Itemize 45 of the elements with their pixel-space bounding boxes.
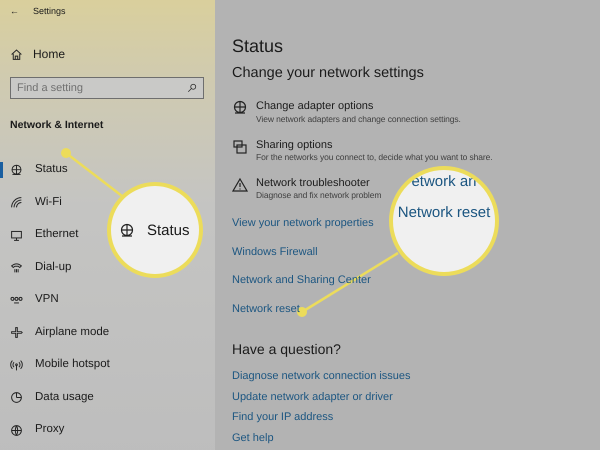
- sidebar-item[interactable]: Airplane mode: [0, 324, 110, 342]
- sidebar-item[interactable]: Wi-Fi: [0, 194, 62, 212]
- pie-chart-icon: [10, 391, 23, 404]
- sidebar-item[interactable]: VPN: [0, 291, 59, 309]
- search-icon: [187, 83, 197, 93]
- globe-monitor-icon: [10, 164, 23, 176]
- link[interactable]: Get help: [232, 430, 274, 446]
- option-description: For the networks you connect to, decide what you want to share.: [256, 152, 493, 163]
- link[interactable]: Find your IP address: [232, 409, 334, 426]
- airplane-icon: [10, 326, 23, 339]
- page-title: Status: [232, 36, 284, 58]
- option-title[interactable]: Change adapter options: [256, 100, 374, 114]
- section-heading: Change your network settings: [232, 64, 425, 83]
- sidebar-item[interactable]: Status: [0, 161, 68, 179]
- section-heading: Have a question?: [232, 340, 342, 360]
- hotspot-icon: [10, 358, 23, 372]
- sidebar-item[interactable]: Proxy: [0, 421, 64, 439]
- option-description: View network adapters and change connection settings.: [256, 114, 461, 125]
- globe-monitor-icon: [119, 223, 135, 240]
- link[interactable]: Diagnose network connection issues: [232, 368, 411, 385]
- phone-icon: [10, 261, 23, 274]
- option-title[interactable]: Network troubleshooter: [256, 176, 370, 190]
- sidebar-item[interactable]: Mobile hotspot: [0, 356, 110, 374]
- option-description: Diagnose and fix network problem: [256, 190, 382, 202]
- warning-icon: [232, 176, 248, 193]
- link[interactable]: Network reset: [232, 300, 300, 318]
- sidebar-item[interactable]: Dial-up: [0, 258, 72, 276]
- link[interactable]: View your network properties: [232, 215, 374, 232]
- home-link[interactable]: Home: [10, 45, 215, 63]
- section-heading: Network & Internet: [10, 118, 104, 133]
- monitor-icon: [10, 228, 23, 242]
- wifi-icon: [10, 196, 23, 209]
- link[interactable]: Windows Firewall: [232, 244, 318, 260]
- callout-text: Status: [147, 223, 190, 240]
- globe-monitor-icon: [232, 100, 248, 116]
- search-field[interactable]: Find a setting: [10, 77, 204, 99]
- printer-icon: [232, 138, 248, 155]
- link[interactable]: Update network adapter or driver: [232, 388, 393, 406]
- option-title[interactable]: Sharing options: [256, 138, 332, 152]
- sidebar-item[interactable]: Data usage: [0, 388, 94, 406]
- home-icon: [10, 48, 23, 60]
- window-title: Settings: [33, 5, 66, 18]
- back-button[interactable]: ←: [10, 5, 19, 19]
- sidebar-item[interactable]: Ethernet: [0, 226, 78, 244]
- globe-icon: [10, 424, 23, 436]
